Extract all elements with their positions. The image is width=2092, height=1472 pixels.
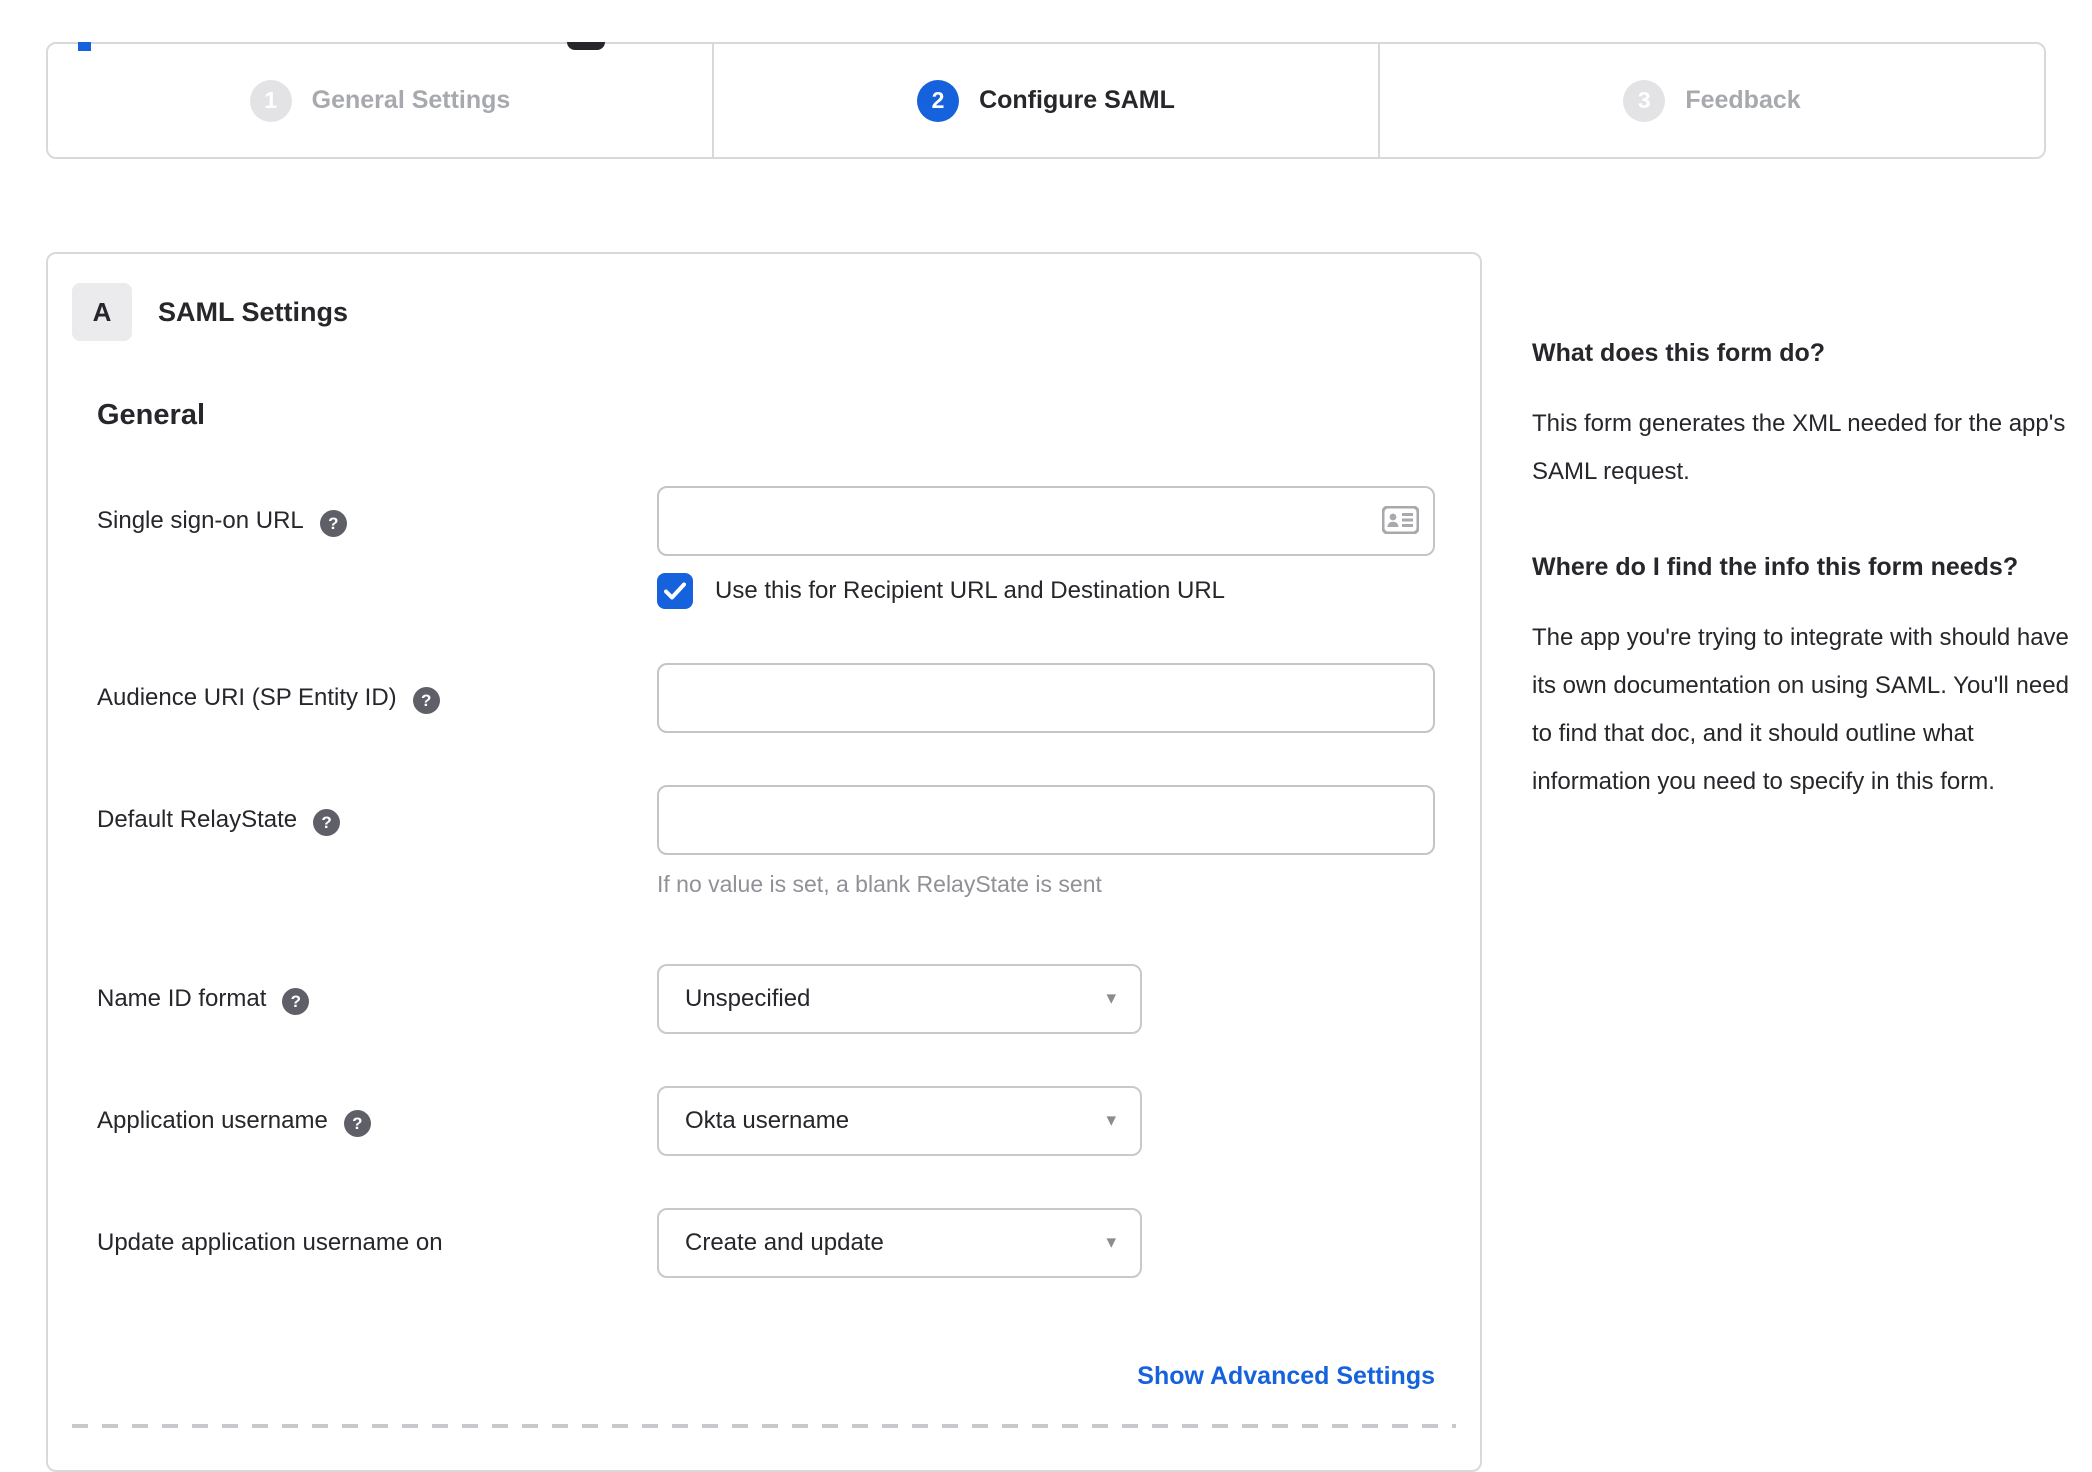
chevron-down-icon: ▾	[1106, 988, 1116, 1010]
help-section-what: What does this form do? This form genera…	[1532, 332, 2080, 496]
update-app-username-value: Create and update	[685, 1229, 884, 1256]
sso-url-label-group: Single sign-on URL ?	[97, 486, 657, 537]
sso-url-input[interactable]	[657, 486, 1435, 556]
name-id-format-label: Name ID format	[97, 985, 267, 1012]
update-app-username-label-group: Update application username on	[97, 1208, 657, 1257]
saml-general-form: Single sign-on URL ? Use this for Recipi…	[97, 486, 1435, 1391]
relay-state-input[interactable]	[657, 785, 1435, 855]
audience-uri-label-group: Audience URI (SP Entity ID) ?	[97, 663, 657, 714]
cropped-icon-fragment-blue	[78, 42, 91, 51]
application-username-label-group: Application username ?	[97, 1086, 657, 1137]
chevron-down-icon: ▾	[1106, 1232, 1116, 1254]
application-username-label: Application username	[97, 1107, 328, 1134]
help-heading: What does this form do?	[1532, 339, 1826, 367]
use-for-recipient-checkbox[interactable]	[657, 573, 693, 609]
name-id-format-row: Name ID format ? Unspecified ▾	[97, 964, 1435, 1034]
help-icon[interactable]: ?	[319, 510, 347, 537]
application-username-row: Application username ? Okta username ▾	[97, 1086, 1435, 1156]
cropped-icon-fragment-dark	[567, 42, 605, 50]
contact-card-icon	[1382, 506, 1419, 534]
sso-url-input-wrap	[657, 486, 1435, 556]
step-number-badge: 3	[1623, 79, 1666, 122]
saml-settings-panel: A SAML Settings General Single sign-on U…	[46, 252, 1482, 1472]
general-section-title: General	[97, 399, 205, 431]
help-icon[interactable]: ?	[313, 809, 341, 836]
update-app-username-select[interactable]: Create and update ▾	[657, 1208, 1142, 1278]
step-number-badge: 2	[917, 79, 960, 122]
name-id-format-select[interactable]: Unspecified ▾	[657, 964, 1142, 1034]
audience-uri-input[interactable]	[657, 663, 1435, 733]
relay-state-input-wrap	[657, 785, 1435, 855]
help-icon[interactable]: ?	[343, 1110, 371, 1137]
dashed-separator	[72, 1424, 1456, 1428]
step-label: Feedback	[1685, 86, 1801, 114]
step-label: Configure SAML	[979, 86, 1175, 114]
relay-state-hint: If no value is set, a blank RelayState i…	[657, 871, 1102, 897]
sso-url-row: Single sign-on URL ?	[97, 486, 1435, 556]
help-icon[interactable]: ?	[282, 988, 310, 1015]
step-feedback[interactable]: 3 Feedback	[1378, 44, 2044, 157]
panel-header: A SAML Settings	[72, 283, 1480, 341]
show-advanced-settings-link[interactable]: Show Advanced Settings	[1137, 1362, 1435, 1390]
help-section-where: Where do I find the info this form needs…	[1532, 546, 2080, 806]
help-icon[interactable]: ?	[412, 687, 440, 714]
chevron-down-icon: ▾	[1106, 1110, 1116, 1132]
checkmark-icon	[664, 582, 686, 600]
help-body: The app you're trying to integrate with …	[1532, 624, 2069, 795]
step-number-badge: 1	[249, 79, 292, 122]
relay-state-row: Default RelayState ?	[97, 785, 1435, 855]
name-id-format-label-group: Name ID format ?	[97, 964, 657, 1015]
help-heading: Where do I find the info this form needs…	[1532, 553, 2019, 581]
name-id-format-value: Unspecified	[685, 985, 811, 1012]
sso-url-label: Single sign-on URL	[97, 507, 304, 534]
application-username-select[interactable]: Okta username ▾	[657, 1086, 1142, 1156]
section-a-badge: A	[72, 283, 132, 341]
update-app-username-label: Update application username on	[97, 1229, 443, 1256]
step-configure-saml[interactable]: 2 Configure SAML	[712, 44, 1378, 157]
application-username-value: Okta username	[685, 1107, 850, 1134]
panel-title: SAML Settings	[158, 296, 349, 327]
step-general-settings[interactable]: 1 General Settings	[48, 44, 712, 157]
audience-uri-label: Audience URI (SP Entity ID)	[97, 684, 397, 711]
relay-state-label-group: Default RelayState ?	[97, 785, 657, 836]
audience-uri-input-wrap	[657, 663, 1435, 733]
use-for-recipient-checkbox-label: Use this for Recipient URL and Destinati…	[715, 577, 1226, 604]
audience-uri-row: Audience URI (SP Entity ID) ?	[97, 663, 1435, 733]
help-sidebar: What does this form do? This form genera…	[1532, 252, 2080, 806]
recipient-url-checkbox-row: Use this for Recipient URL and Destinati…	[657, 573, 1435, 609]
update-app-username-row: Update application username on Create an…	[97, 1208, 1435, 1278]
help-body: This form generates the XML needed for t…	[1532, 410, 2066, 485]
advanced-settings-row: Show Advanced Settings	[97, 1362, 1435, 1391]
wizard-stepper: 1 General Settings 2 Configure SAML 3 Fe…	[46, 42, 2046, 159]
relay-state-label: Default RelayState	[97, 806, 298, 833]
step-label: General Settings	[311, 86, 511, 114]
